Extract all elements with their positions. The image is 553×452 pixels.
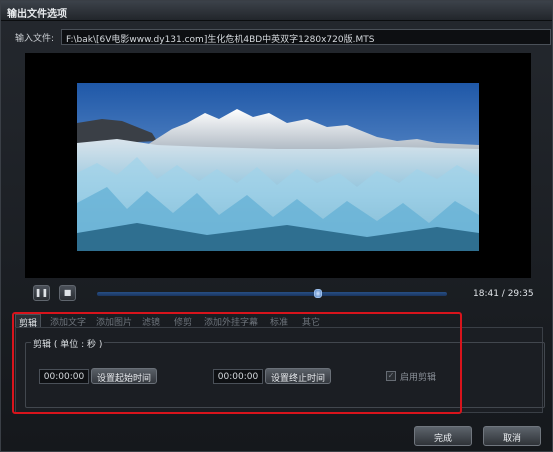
pause-button[interactable]: ❚❚ (33, 285, 50, 301)
input-file-label: 输入文件: (15, 34, 55, 44)
seek-handle[interactable] (313, 289, 322, 298)
checkmark-icon: ✓ (387, 371, 395, 380)
stop-button[interactable]: ■ (59, 285, 76, 301)
tab-item-4[interactable]: 修剪 (171, 314, 195, 328)
tab-item-2[interactable]: 添加图片 (93, 314, 135, 328)
tab-item-5[interactable]: 添加外挂字幕 (201, 314, 261, 328)
enable-clip-label: 启用剪辑 (400, 373, 437, 383)
pause-icon: ❚❚ (34, 288, 49, 297)
glacier-scene-image (77, 83, 479, 251)
cancel-button[interactable]: 取消 (483, 426, 541, 446)
seek-bar[interactable] (97, 289, 447, 298)
ok-button[interactable]: 完成 (414, 426, 472, 446)
input-file-row: 输入文件: F:\bak\[6V电影www.dy131.com]生化危机4BD中… (11, 29, 551, 45)
time-display: 18:41 / 29:35 (473, 289, 534, 299)
tab-item-7[interactable]: 其它 (299, 314, 323, 328)
title-bar[interactable]: 输出文件选项 (1, 1, 552, 21)
window-title: 输出文件选项 (7, 9, 67, 20)
stop-icon: ■ (63, 288, 72, 297)
set-end-time-button[interactable]: 设置终止时间 (265, 368, 331, 384)
video-preview (25, 53, 531, 278)
end-time-field[interactable]: 00:00:00 (213, 369, 263, 384)
tab-clip[interactable]: 剪辑 (15, 314, 42, 329)
video-frame (77, 83, 479, 251)
set-start-time-button[interactable]: 设置起始时间 (91, 368, 157, 384)
export-options-dialog: 输出文件选项 输入文件: F:\bak\[6V电影www.dy131.com]生… (0, 0, 553, 452)
enable-clip-checkbox[interactable]: ✓ (386, 371, 396, 381)
tab-item-6[interactable]: 标准 (267, 314, 291, 328)
input-file-field[interactable]: F:\bak\[6V电影www.dy131.com]生化危机4BD中英双字128… (61, 29, 551, 45)
tab-item-3[interactable]: 滤镜 (139, 314, 163, 328)
clip-group-title: 剪辑 ( 单位 : 秒 ) (31, 337, 105, 350)
start-time-field[interactable]: 00:00:00 (39, 369, 89, 384)
tab-item-1[interactable]: 添加文字 (47, 314, 89, 328)
